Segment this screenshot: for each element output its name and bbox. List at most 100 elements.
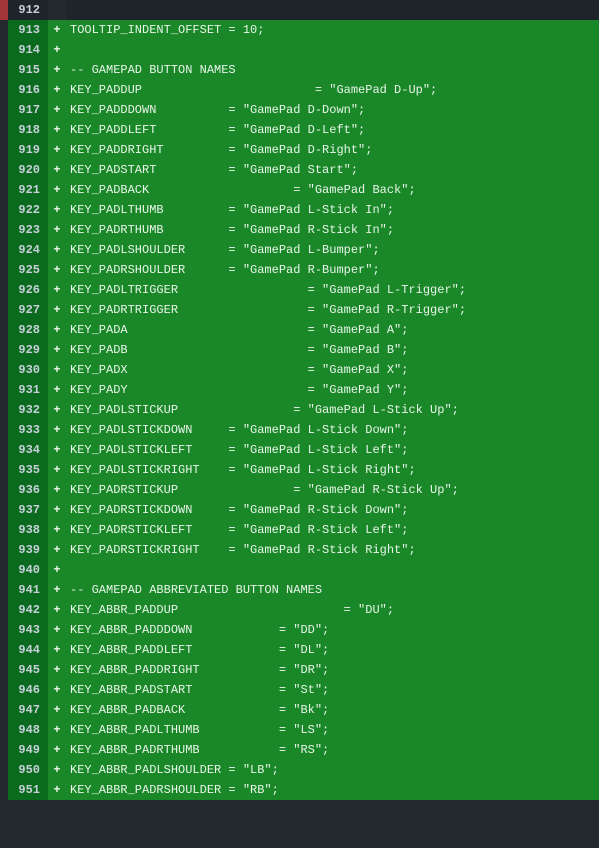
line-number[interactable]: 929 bbox=[8, 340, 48, 360]
line-number[interactable]: 941 bbox=[8, 580, 48, 600]
line-number[interactable]: 931 bbox=[8, 380, 48, 400]
line-number[interactable]: 919 bbox=[8, 140, 48, 160]
code-content[interactable]: KEY_ABBR_PADLTHUMB = "LS"; bbox=[66, 720, 599, 740]
code-content[interactable] bbox=[66, 40, 599, 60]
diff-line[interactable]: 928+KEY_PADA = "GamePad A"; bbox=[0, 320, 599, 340]
code-content[interactable]: KEY_PADRTHUMB = "GamePad R-Stick In"; bbox=[66, 220, 599, 240]
code-content[interactable]: KEY_PADLTHUMB = "GamePad L-Stick In"; bbox=[66, 200, 599, 220]
diff-line[interactable]: 929+KEY_PADB = "GamePad B"; bbox=[0, 340, 599, 360]
code-content[interactable]: KEY_PADDUP = "GamePad D-Up"; bbox=[66, 80, 599, 100]
line-number[interactable]: 949 bbox=[8, 740, 48, 760]
diff-line[interactable]: 927+KEY_PADRTRIGGER = "GamePad R-Trigger… bbox=[0, 300, 599, 320]
line-number[interactable]: 935 bbox=[8, 460, 48, 480]
diff-line[interactable]: 939+KEY_PADRSTICKRIGHT = "GamePad R-Stic… bbox=[0, 540, 599, 560]
line-number[interactable]: 938 bbox=[8, 520, 48, 540]
diff-line[interactable]: 943+KEY_ABBR_PADDDOWN = "DD"; bbox=[0, 620, 599, 640]
line-number[interactable]: 920 bbox=[8, 160, 48, 180]
code-content[interactable]: KEY_PADY = "GamePad Y"; bbox=[66, 380, 599, 400]
code-content[interactable]: KEY_ABBR_PADRSHOULDER = "RB"; bbox=[66, 780, 599, 800]
diff-line[interactable]: 949+KEY_ABBR_PADRTHUMB = "RS"; bbox=[0, 740, 599, 760]
line-number[interactable]: 926 bbox=[8, 280, 48, 300]
code-content[interactable]: KEY_ABBR_PADDLEFT = "DL"; bbox=[66, 640, 599, 660]
code-content[interactable]: KEY_PADB = "GamePad B"; bbox=[66, 340, 599, 360]
code-content[interactable]: KEY_PADX = "GamePad X"; bbox=[66, 360, 599, 380]
diff-view[interactable]: 912913+TOOLTIP_INDENT_OFFSET = 10;914+91… bbox=[0, 0, 599, 800]
diff-line[interactable]: 930+KEY_PADX = "GamePad X"; bbox=[0, 360, 599, 380]
diff-line[interactable]: 917+KEY_PADDDOWN = "GamePad D-Down"; bbox=[0, 100, 599, 120]
code-content[interactable]: KEY_PADRTRIGGER = "GamePad R-Trigger"; bbox=[66, 300, 599, 320]
diff-line[interactable]: 945+KEY_ABBR_PADDRIGHT = "DR"; bbox=[0, 660, 599, 680]
code-content[interactable]: KEY_PADDRIGHT = "GamePad D-Right"; bbox=[66, 140, 599, 160]
line-number[interactable]: 934 bbox=[8, 440, 48, 460]
line-number[interactable]: 918 bbox=[8, 120, 48, 140]
line-number[interactable]: 950 bbox=[8, 760, 48, 780]
diff-line[interactable]: 950+KEY_ABBR_PADLSHOULDER = "LB"; bbox=[0, 760, 599, 780]
diff-line[interactable]: 914+ bbox=[0, 40, 599, 60]
diff-line[interactable]: 941+-- GAMEPAD ABBREVIATED BUTTON NAMES bbox=[0, 580, 599, 600]
line-number[interactable]: 925 bbox=[8, 260, 48, 280]
diff-line[interactable]: 937+KEY_PADRSTICKDOWN = "GamePad R-Stick… bbox=[0, 500, 599, 520]
line-number[interactable]: 943 bbox=[8, 620, 48, 640]
line-number[interactable]: 936 bbox=[8, 480, 48, 500]
diff-line[interactable]: 922+KEY_PADLTHUMB = "GamePad L-Stick In"… bbox=[0, 200, 599, 220]
code-content[interactable]: KEY_PADLSTICKUP = "GamePad L-Stick Up"; bbox=[66, 400, 599, 420]
diff-line[interactable]: 912 bbox=[0, 0, 599, 20]
diff-line[interactable]: 947+KEY_ABBR_PADBACK = "Bk"; bbox=[0, 700, 599, 720]
code-content[interactable]: KEY_ABBR_PADRTHUMB = "RS"; bbox=[66, 740, 599, 760]
code-content[interactable]: -- GAMEPAD BUTTON NAMES bbox=[66, 60, 599, 80]
code-content[interactable]: KEY_PADLSHOULDER = "GamePad L-Bumper"; bbox=[66, 240, 599, 260]
diff-line[interactable]: 935+KEY_PADLSTICKRIGHT = "GamePad L-Stic… bbox=[0, 460, 599, 480]
line-number[interactable]: 942 bbox=[8, 600, 48, 620]
diff-line[interactable]: 924+KEY_PADLSHOULDER = "GamePad L-Bumper… bbox=[0, 240, 599, 260]
line-number[interactable]: 948 bbox=[8, 720, 48, 740]
code-content[interactable]: KEY_PADLTRIGGER = "GamePad L-Trigger"; bbox=[66, 280, 599, 300]
code-content[interactable]: KEY_PADRSTICKLEFT = "GamePad R-Stick Lef… bbox=[66, 520, 599, 540]
line-number[interactable]: 933 bbox=[8, 420, 48, 440]
line-number[interactable]: 922 bbox=[8, 200, 48, 220]
code-content[interactable]: KEY_PADBACK = "GamePad Back"; bbox=[66, 180, 599, 200]
code-content[interactable]: KEY_ABBR_PADDRIGHT = "DR"; bbox=[66, 660, 599, 680]
code-content[interactable]: KEY_PADLSTICKRIGHT = "GamePad L-Stick Ri… bbox=[66, 460, 599, 480]
code-content[interactable]: KEY_ABBR_PADBACK = "Bk"; bbox=[66, 700, 599, 720]
diff-line[interactable]: 931+KEY_PADY = "GamePad Y"; bbox=[0, 380, 599, 400]
line-number[interactable]: 912 bbox=[8, 0, 48, 20]
diff-line[interactable]: 934+KEY_PADLSTICKLEFT = "GamePad L-Stick… bbox=[0, 440, 599, 460]
code-content[interactable]: KEY_ABBR_PADLSHOULDER = "LB"; bbox=[66, 760, 599, 780]
line-number[interactable]: 921 bbox=[8, 180, 48, 200]
diff-line[interactable]: 940+ bbox=[0, 560, 599, 580]
line-number[interactable]: 917 bbox=[8, 100, 48, 120]
line-number[interactable]: 944 bbox=[8, 640, 48, 660]
line-number[interactable]: 939 bbox=[8, 540, 48, 560]
diff-line[interactable]: 946+KEY_ABBR_PADSTART = "St"; bbox=[0, 680, 599, 700]
line-number[interactable]: 930 bbox=[8, 360, 48, 380]
diff-line[interactable]: 926+KEY_PADLTRIGGER = "GamePad L-Trigger… bbox=[0, 280, 599, 300]
code-content[interactable]: KEY_ABBR_PADSTART = "St"; bbox=[66, 680, 599, 700]
code-content[interactable] bbox=[66, 560, 599, 580]
code-content[interactable]: KEY_PADRSTICKUP = "GamePad R-Stick Up"; bbox=[66, 480, 599, 500]
line-number[interactable]: 940 bbox=[8, 560, 48, 580]
diff-line[interactable]: 918+KEY_PADDLEFT = "GamePad D-Left"; bbox=[0, 120, 599, 140]
diff-line[interactable]: 944+KEY_ABBR_PADDLEFT = "DL"; bbox=[0, 640, 599, 660]
diff-line[interactable]: 942+KEY_ABBR_PADDUP = "DU"; bbox=[0, 600, 599, 620]
code-content[interactable]: KEY_PADDLEFT = "GamePad D-Left"; bbox=[66, 120, 599, 140]
code-content[interactable]: KEY_PADLSTICKLEFT = "GamePad L-Stick Lef… bbox=[66, 440, 599, 460]
code-content[interactable]: KEY_PADDDOWN = "GamePad D-Down"; bbox=[66, 100, 599, 120]
line-number[interactable]: 927 bbox=[8, 300, 48, 320]
code-content[interactable]: KEY_PADRSHOULDER = "GamePad R-Bumper"; bbox=[66, 260, 599, 280]
line-number[interactable]: 924 bbox=[8, 240, 48, 260]
code-content[interactable]: KEY_PADSTART = "GamePad Start"; bbox=[66, 160, 599, 180]
code-content[interactable]: KEY_ABBR_PADDDOWN = "DD"; bbox=[66, 620, 599, 640]
code-content[interactable]: TOOLTIP_INDENT_OFFSET = 10; bbox=[66, 20, 599, 40]
line-number[interactable]: 951 bbox=[8, 780, 48, 800]
code-content[interactable] bbox=[66, 0, 599, 20]
line-number[interactable]: 923 bbox=[8, 220, 48, 240]
diff-line[interactable]: 933+KEY_PADLSTICKDOWN = "GamePad L-Stick… bbox=[0, 420, 599, 440]
diff-line[interactable]: 936+KEY_PADRSTICKUP = "GamePad R-Stick U… bbox=[0, 480, 599, 500]
line-number[interactable]: 932 bbox=[8, 400, 48, 420]
diff-line[interactable]: 948+KEY_ABBR_PADLTHUMB = "LS"; bbox=[0, 720, 599, 740]
code-content[interactable]: KEY_PADA = "GamePad A"; bbox=[66, 320, 599, 340]
code-content[interactable]: KEY_ABBR_PADDUP = "DU"; bbox=[66, 600, 599, 620]
line-number[interactable]: 947 bbox=[8, 700, 48, 720]
line-number[interactable]: 945 bbox=[8, 660, 48, 680]
diff-line[interactable]: 925+KEY_PADRSHOULDER = "GamePad R-Bumper… bbox=[0, 260, 599, 280]
